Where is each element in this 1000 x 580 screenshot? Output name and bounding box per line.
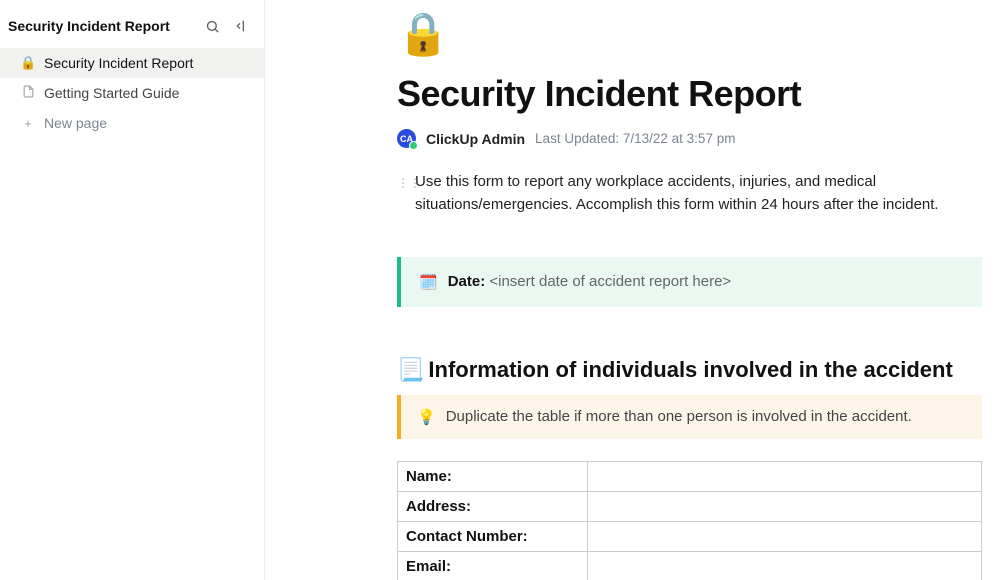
duplicate-callout-text: Duplicate the table if more than one per… xyxy=(446,408,912,425)
row-label: Email: xyxy=(398,551,588,580)
last-updated: Last Updated: 7/13/22 at 3:57 pm xyxy=(535,131,735,146)
author-avatar[interactable]: CA xyxy=(397,129,416,148)
row-value[interactable] xyxy=(588,491,982,521)
section-heading-text: Information of individuals involved in t… xyxy=(428,357,952,383)
intro-block[interactable]: ⋮⋮ Use this form to report any workplace… xyxy=(397,170,982,217)
row-value[interactable] xyxy=(588,521,982,551)
lightbulb-icon: 💡 xyxy=(417,408,436,426)
date-value: <insert date of accident report here> xyxy=(489,273,731,290)
sidebar-title: Security Incident Report xyxy=(8,18,204,34)
section-heading-individuals[interactable]: 📃Information of individuals involved in … xyxy=(397,357,982,383)
page-facing-up-icon: 📃 xyxy=(397,357,424,383)
calendar-icon: 🗓️ xyxy=(419,273,438,291)
lock-icon: 🔒 xyxy=(20,55,36,71)
row-label: Contact Number: xyxy=(398,521,588,551)
search-icon[interactable] xyxy=(204,18,220,34)
plus-icon: + xyxy=(20,116,36,131)
sidebar-items: 🔒 Security Incident Report Getting Start… xyxy=(0,48,264,138)
sidebar-item-label: Getting Started Guide xyxy=(44,85,179,101)
content-area: 🔒 Security Incident Report CA ClickUp Ad… xyxy=(265,0,1000,580)
last-updated-label: Last Updated: xyxy=(535,131,619,146)
drag-handle-icon[interactable]: ⋮⋮ xyxy=(397,174,407,193)
row-value[interactable] xyxy=(588,551,982,580)
table-row: Contact Number: xyxy=(398,521,982,551)
table-row: Email: xyxy=(398,551,982,580)
individuals-table[interactable]: Name: Address: Contact Number: Email: De… xyxy=(397,461,982,580)
sidebar-item-label: New page xyxy=(44,115,107,131)
document-icon xyxy=(20,85,36,101)
intro-text: Use this form to report any workplace ac… xyxy=(415,170,982,217)
row-label: Name: xyxy=(398,461,588,491)
sidebar-item-getting-started[interactable]: Getting Started Guide xyxy=(0,78,264,108)
page-icon[interactable]: 🔒 xyxy=(397,10,982,59)
table-row: Name: xyxy=(398,461,982,491)
sidebar-item-security-incident-report[interactable]: 🔒 Security Incident Report xyxy=(0,48,264,78)
table-row: Address: xyxy=(398,491,982,521)
duplicate-callout[interactable]: 💡 Duplicate the table if more than one p… xyxy=(397,395,982,439)
last-updated-value: 7/13/22 at 3:57 pm xyxy=(623,131,736,146)
sidebar: Security Incident Report 🔒 Security Inci… xyxy=(0,0,265,580)
sidebar-item-new-page[interactable]: + New page xyxy=(0,108,264,138)
collapse-sidebar-icon[interactable] xyxy=(234,18,250,34)
page-title[interactable]: Security Incident Report xyxy=(397,73,982,115)
row-label: Address: xyxy=(398,491,588,521)
date-callout[interactable]: 🗓️ Date: <insert date of accident report… xyxy=(397,257,982,307)
page-meta: CA ClickUp Admin Last Updated: 7/13/22 a… xyxy=(397,129,982,148)
sidebar-header: Security Incident Report xyxy=(0,8,264,44)
date-label: Date: xyxy=(448,273,486,290)
author-name: ClickUp Admin xyxy=(426,131,525,147)
row-value[interactable] xyxy=(588,461,982,491)
sidebar-item-label: Security Incident Report xyxy=(44,55,193,71)
